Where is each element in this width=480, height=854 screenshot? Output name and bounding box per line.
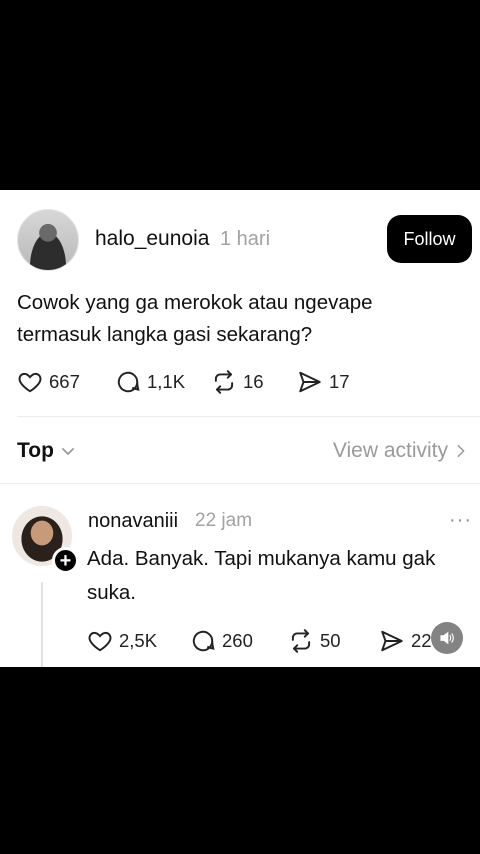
follow-button[interactable]: Follow — [387, 215, 472, 263]
comment-bubble-icon — [192, 630, 215, 652]
post-like-count: 667 — [49, 371, 80, 392]
divider — [0, 483, 480, 484]
post-like-button[interactable]: 667 — [17, 369, 80, 395]
sort-label: Top — [17, 439, 54, 462]
post-repost-count: 16 — [243, 371, 264, 392]
follow-plus-icon[interactable]: + — [52, 547, 79, 574]
comment-bubble-icon — [117, 371, 140, 393]
view-activity-label: View activity — [332, 439, 448, 462]
reply-comment-count: 260 — [222, 630, 253, 651]
thread-line — [41, 582, 43, 667]
reply-comment-button[interactable]: 260 — [190, 628, 253, 654]
reply-like-count: 2,5K — [119, 630, 158, 651]
post-username[interactable]: halo_eunoia — [95, 227, 209, 251]
post-comment-count: 1,1K — [147, 371, 186, 392]
chevron-right-icon — [457, 444, 465, 458]
volume-button[interactable] — [431, 622, 463, 654]
chevron-down-icon — [62, 448, 74, 455]
post-time: 1 hari — [220, 228, 271, 250]
post-share-count: 17 — [329, 371, 350, 392]
heart-icon — [18, 372, 42, 393]
reply-share-count: 22 — [411, 630, 432, 651]
reply-username[interactable]: nonavaniii — [88, 510, 178, 533]
volume-icon — [440, 631, 454, 645]
send-icon — [299, 371, 321, 393]
post-text: Cowok yang ga merokok atau ngevape terma… — [17, 291, 373, 346]
reply-like-button[interactable]: 2,5K — [87, 628, 157, 654]
post-share-button[interactable]: 17 — [297, 369, 350, 395]
repost-icon — [291, 629, 311, 653]
thread-panel: halo_eunoia 1 hari Follow Cowok yang ga … — [0, 190, 480, 667]
reply-repost-count: 50 — [320, 630, 341, 651]
view-activity-link[interactable]: View activity — [333, 439, 468, 463]
top-black-band — [0, 0, 480, 190]
reply-repost-button[interactable]: 50 — [288, 628, 341, 654]
divider — [17, 416, 480, 417]
post-comment-button[interactable]: 1,1K — [115, 369, 185, 395]
reply-text: Ada. Banyak. Tapi mukanya kamu gak suka. — [87, 547, 436, 604]
bottom-black-band — [0, 667, 480, 854]
reply-time: 22 jam — [195, 510, 253, 531]
more-options-button[interactable]: ··· — [449, 509, 472, 532]
reply-share-button[interactable]: 22 — [379, 628, 432, 654]
post-avatar[interactable] — [17, 209, 79, 271]
post-repost-button[interactable]: 16 — [211, 369, 264, 395]
heart-icon — [88, 631, 112, 652]
sort-dropdown[interactable]: Top — [17, 439, 76, 463]
repost-icon — [214, 370, 234, 394]
send-icon — [381, 630, 403, 652]
